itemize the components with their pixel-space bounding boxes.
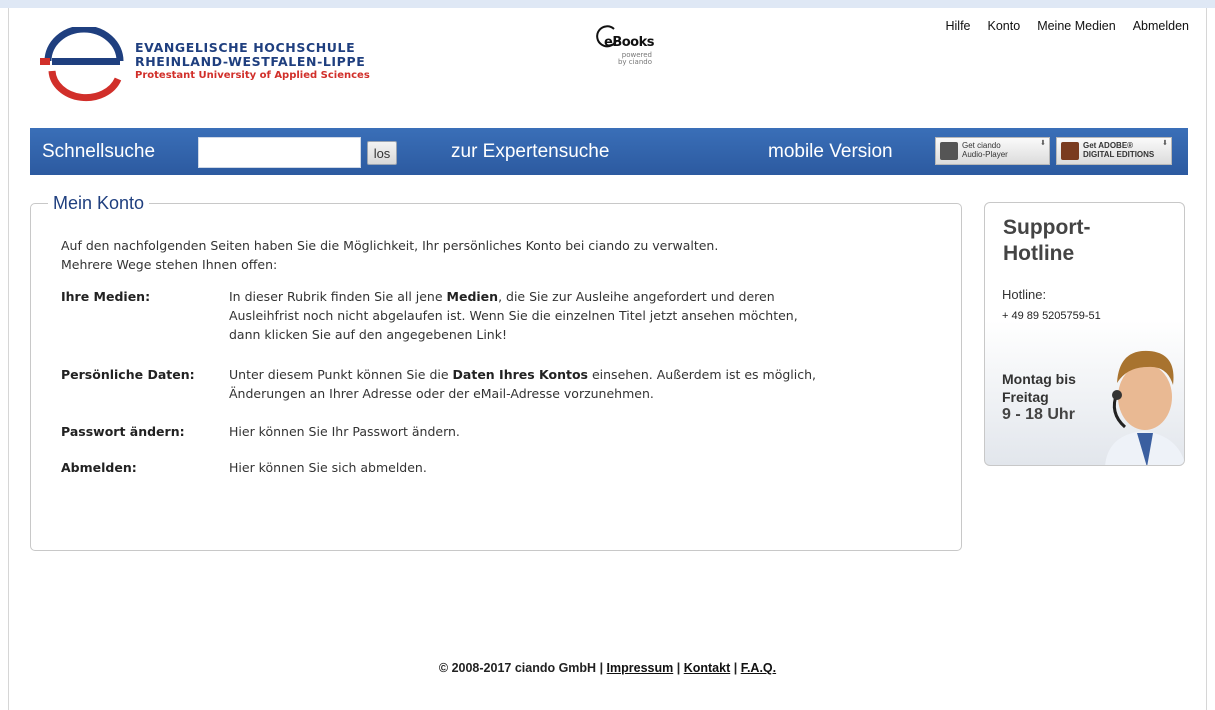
audio-player-badge-text: Get ciando Audio-Player [962,141,1008,159]
support-hours-line-2: Freitag [1002,389,1049,405]
audio-badge-line-1: Get ciando [962,141,1001,150]
support-agent-image [1105,350,1184,465]
support-title-line-2: Hotline [1003,242,1075,265]
row-text-ihre-medien: In dieser Rubrik finden Sie all jene Med… [229,287,798,344]
row-text-abmelden: Hier können Sie sich abmelden. [229,458,427,477]
expert-search-link[interactable]: zur Expertensuche [451,141,609,163]
support-title-line-1: Support- [1003,216,1091,239]
nav-link-abmelden[interactable]: Abmelden [1133,19,1189,33]
footer: © 2008-2017 ciando GmbH | Impressum | Ko… [0,661,1215,675]
ebooks-logo: eBooks powered by ciando [594,23,664,71]
ebooks-sub-line-2: by ciando [617,58,652,66]
nav-link-hilfe[interactable]: Hilfe [946,19,971,33]
row-label-persoenliche-daten[interactable]: Persönliche Daten: [61,367,195,382]
row-daten-line-2: Änderungen an Ihrer Adresse oder der eMa… [229,386,654,401]
adobe-badge-line-2: DIGITAL EDITIONS [1083,150,1155,159]
footer-separator: | [730,661,741,675]
row-ihre-medien-line-2: Ausleihfrist noch nicht abgelaufen ist. … [229,308,798,323]
university-logo[interactable]: EVANGELISCHE HOCHSCHULE RHEINLAND-WESTFA… [38,27,370,103]
row-label-ihre-medien[interactable]: Ihre Medien: [61,289,150,304]
logo-subtitle: Protestant University of Applied Science… [135,70,370,81]
daten-ihres-kontos-link[interactable]: Daten Ihres Kontos [453,367,588,382]
row-label-passwort-aendern[interactable]: Passwort ändern: [61,424,185,439]
row-ihre-medien-line-3: dann klicken Sie auf den angegebenen Lin… [229,327,507,342]
page-title: Mein Konto [48,193,150,214]
search-go-button[interactable]: los [367,141,397,165]
row-text-persoenliche-daten: Unter diesem Punkt können Sie die Daten … [229,365,816,403]
row-passwort-line-1: Hier können Sie Ihr Passwort ändern. [229,424,460,439]
adobe-badge-text: Get ADOBE® DIGITAL EDITIONS [1083,141,1154,159]
medien-link[interactable]: Medien [447,289,499,304]
search-bar: Schnellsuche los zur Expertensuche mobil… [30,128,1188,175]
footer-separator: | [673,661,684,675]
support-hours: Montag bis Freitag 9 - 18 Uhr [1002,370,1076,424]
footer-separator: | [596,661,607,675]
intro-line-2: Mehrere Wege stehen Ihnen offen: [61,257,278,272]
row-daten-line-1: Unter diesem Punkt können Sie die Daten … [229,367,816,382]
adobe-badge-line-1: Get ADOBE® [1083,141,1134,150]
adobe-digital-editions-badge[interactable]: Get ADOBE® DIGITAL EDITIONS ⬇ [1056,137,1172,165]
book-icon [1061,142,1079,160]
support-hours-line-1: Montag bis [1002,371,1076,387]
hotline-number: + 49 89 5205759-51 [1002,310,1101,322]
right-border [1206,8,1207,710]
top-strip [0,0,1215,8]
audio-badge-line-2: Audio-Player [962,150,1008,159]
hotline-label: Hotline: [1002,287,1047,302]
copyright-text: © 2008-2017 ciando GmbH [438,661,597,675]
nav-link-meine-medien[interactable]: Meine Medien [1037,19,1116,33]
kontakt-link[interactable]: Kontakt [684,661,731,675]
ebooks-powered-by: powered by ciando [612,52,652,66]
mobile-version-link[interactable]: mobile Version [768,141,893,163]
support-hotline-box: Support- Hotline Hotline: + 49 89 520575… [984,202,1185,466]
quick-search-label: Schnellsuche [42,141,156,162]
intro-text: Auf den nachfolgenden Seiten haben Sie d… [61,236,718,274]
download-arrow-icon: ⬇ [1040,139,1046,147]
top-navigation: Hilfe Konto Meine Medien Abmelden [946,19,1190,33]
row-abmelden-line-1: Hier können Sie sich abmelden. [229,460,427,475]
faq-link[interactable]: F.A.Q. [741,661,776,675]
row-ihre-medien-line-1: In dieser Rubrik finden Sie all jene Med… [229,289,775,304]
row-label-abmelden[interactable]: Abmelden: [61,460,137,475]
support-hours-line-3: 9 - 18 Uhr [1002,406,1075,423]
support-title: Support- Hotline [1003,215,1090,267]
quick-search-input[interactable] [198,137,361,168]
logo-line-1: EVANGELISCHE HOCHSCHULE [135,40,356,55]
headphones-icon [940,142,958,160]
logo-line-2: RHEINLAND-WESTFALEN-LIPPE [135,54,366,69]
intro-line-1: Auf den nachfolgenden Seiten haben Sie d… [61,238,719,253]
logo-text: EVANGELISCHE HOCHSCHULE RHEINLAND-WESTFA… [135,41,370,83]
audio-player-badge[interactable]: Get ciando Audio-Player ⬇ [935,137,1050,165]
nav-link-konto[interactable]: Konto [988,19,1021,33]
ebooks-title: eBooks [604,35,654,50]
impressum-link[interactable]: Impressum [607,661,674,675]
left-border [8,8,9,710]
download-arrow-icon: ⬇ [1162,139,1168,147]
row-text-passwort-aendern: Hier können Sie Ihr Passwort ändern. [229,422,460,441]
logo-emblem-icon [40,27,124,102]
